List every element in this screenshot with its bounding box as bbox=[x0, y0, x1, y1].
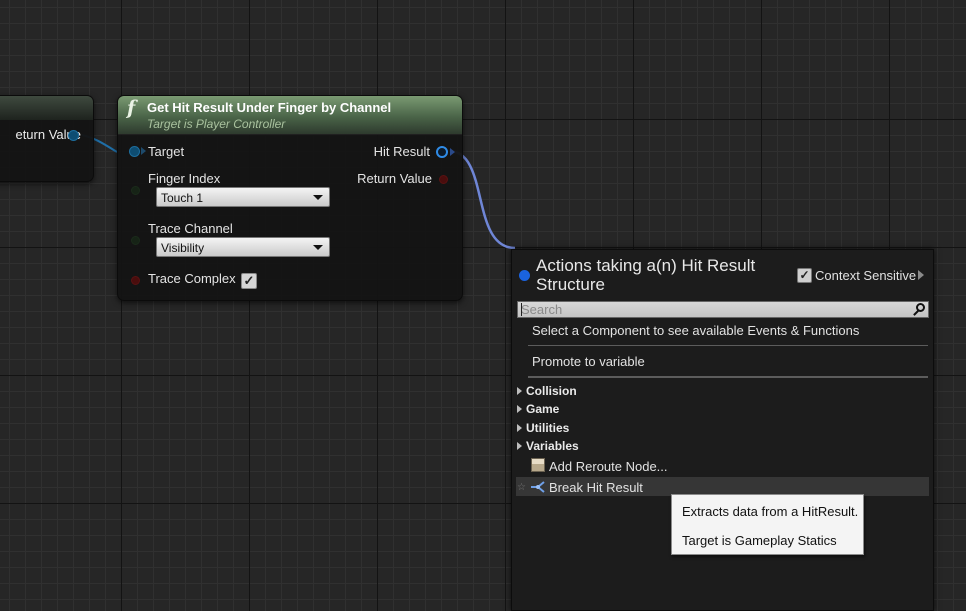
checkmark-icon: ✓ bbox=[799, 268, 810, 282]
finger-index-dropdown[interactable]: Touch 1 bbox=[156, 187, 330, 207]
expand-triangle-icon bbox=[517, 424, 522, 432]
context-sensitive-label: Context Sensitive bbox=[815, 268, 917, 283]
menu-title: Actions taking a(n) Hit Result Structure bbox=[536, 256, 756, 294]
category-game[interactable]: Game bbox=[517, 402, 559, 416]
trace-complex-label: Trace Complex bbox=[148, 271, 236, 286]
trace-channel-pin[interactable] bbox=[131, 236, 140, 245]
expand-triangle-icon bbox=[517, 405, 522, 413]
return-value-node[interactable]: eturn Value bbox=[0, 95, 94, 182]
hit-result-label: Hit Result bbox=[373, 144, 430, 159]
hit-result-pin[interactable] bbox=[436, 146, 448, 158]
node-title: Get Hit Result Under Finger by Channel bbox=[147, 100, 392, 115]
action-tooltip: Extracts data from a HitResult. Target i… bbox=[671, 494, 864, 555]
checkmark-icon: ✓ bbox=[243, 273, 255, 288]
search-icon[interactable] bbox=[916, 303, 925, 312]
category-label: Game bbox=[526, 402, 560, 416]
star-icon[interactable]: ☆ bbox=[517, 482, 526, 493]
finger-index-pin[interactable] bbox=[131, 186, 140, 195]
trace-channel-label: Trace Channel bbox=[148, 221, 233, 236]
finger-index-value: Touch 1 bbox=[161, 191, 204, 205]
trace-channel-value: Visibility bbox=[161, 241, 205, 255]
trace-complex-checkbox[interactable]: ✓ bbox=[241, 273, 257, 289]
tooltip-line-1: Extracts data from a HitResult. bbox=[682, 504, 859, 519]
expand-triangle-icon bbox=[517, 387, 522, 395]
action-menu[interactable]: Actions taking a(n) Hit Result Structure… bbox=[511, 249, 934, 611]
search-input[interactable] bbox=[521, 302, 909, 317]
category-collision[interactable]: Collision bbox=[517, 384, 577, 398]
category-variables[interactable]: Variables bbox=[517, 439, 579, 453]
search-field[interactable] bbox=[517, 301, 929, 318]
hit-result-arrow-icon bbox=[450, 148, 455, 156]
trace-complex-pin[interactable] bbox=[131, 276, 140, 285]
category-label: Utilities bbox=[526, 421, 570, 435]
return-value-pin[interactable] bbox=[68, 130, 79, 141]
target-label: Target bbox=[148, 144, 185, 159]
text-cursor bbox=[521, 303, 522, 316]
tooltip-line-2: Target is Gameplay Statics bbox=[682, 533, 837, 548]
break-hit-result-item[interactable]: Break Hit Result bbox=[549, 480, 643, 495]
node-header[interactable]: f Get Hit Result Under Finger by Channel… bbox=[118, 96, 462, 135]
struct-pin-icon bbox=[519, 270, 530, 281]
chevron-down-icon bbox=[313, 245, 323, 250]
finger-index-label: Finger Index bbox=[148, 171, 221, 186]
expand-triangle-icon bbox=[517, 442, 522, 450]
break-struct-icon bbox=[531, 481, 545, 493]
reroute-node-icon bbox=[531, 458, 545, 472]
add-reroute-node-item[interactable]: Add Reroute Node... bbox=[549, 459, 668, 474]
function-icon: f bbox=[127, 97, 136, 119]
context-sensitive-checkbox[interactable]: ✓ bbox=[797, 268, 812, 283]
target-pin[interactable] bbox=[129, 146, 140, 157]
return-value-label: Return Value bbox=[357, 171, 432, 186]
node-subtitle: Target is Player Controller bbox=[147, 117, 286, 131]
promote-to-variable-item[interactable]: Promote to variable bbox=[532, 354, 645, 369]
chevron-down-icon bbox=[313, 195, 323, 200]
component-hint: Select a Component to see available Even… bbox=[532, 323, 860, 338]
target-arrow-icon bbox=[141, 147, 146, 155]
node-header bbox=[0, 96, 93, 120]
trace-channel-dropdown[interactable]: Visibility bbox=[156, 237, 330, 257]
category-label: Collision bbox=[526, 384, 577, 398]
divider bbox=[528, 345, 928, 346]
get-hit-result-node[interactable]: f Get Hit Result Under Finger by Channel… bbox=[117, 95, 463, 301]
return-value-pin[interactable] bbox=[439, 175, 448, 184]
expand-arrow-icon[interactable] bbox=[918, 270, 924, 280]
category-utilities[interactable]: Utilities bbox=[517, 421, 569, 435]
divider bbox=[528, 376, 928, 378]
category-label: Variables bbox=[526, 439, 579, 453]
